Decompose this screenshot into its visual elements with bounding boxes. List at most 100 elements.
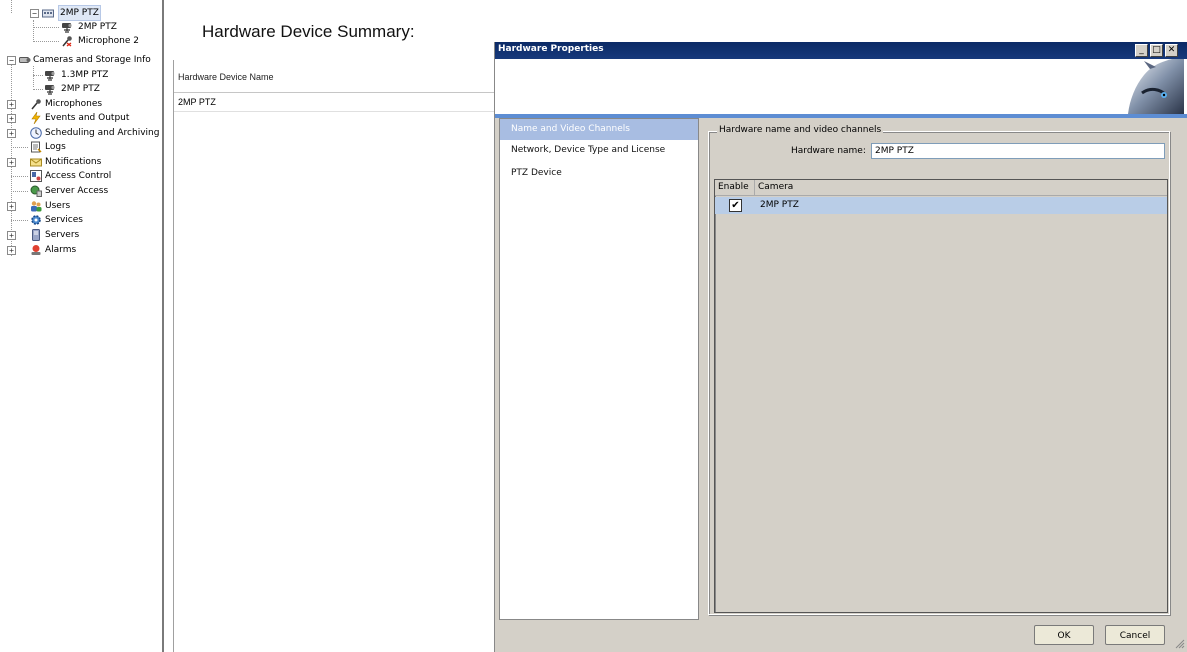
alarm-icon — [31, 245, 41, 255]
expand-icon[interactable]: + — [7, 100, 16, 109]
tree-node-services[interactable]: Services — [0, 213, 160, 227]
microphone-icon — [31, 99, 41, 110]
expand-icon[interactable]: + — [7, 246, 16, 255]
hardware-name-input[interactable] — [871, 143, 1165, 159]
nav-item-name-video-channels[interactable]: Name and Video Channels — [500, 119, 698, 140]
tree-node-label: Access Control — [45, 171, 112, 181]
tree-guide — [33, 89, 43, 90]
logs-icon — [31, 141, 42, 153]
camera-list-header: Enable Camera — [715, 180, 1167, 196]
ptz-camera-icon — [62, 23, 72, 33]
tree-node-camera-2mp-ptz[interactable]: 2MP PTZ — [0, 82, 160, 96]
tree-node-camera-2mp-ptz[interactable]: 2MP PTZ — [0, 20, 160, 34]
hardware-device-icon — [42, 9, 54, 18]
enable-checkbox[interactable]: ✔ — [729, 199, 742, 212]
expand-icon[interactable]: + — [7, 231, 16, 240]
column-header-camera[interactable]: Camera — [755, 180, 1158, 195]
hardware-name-label: Hardware name: — [791, 146, 866, 156]
clock-icon — [30, 127, 42, 139]
page-title: Hardware Device Summary: — [202, 22, 415, 41]
expand-icon[interactable]: + — [7, 158, 16, 167]
tree-node-servers[interactable]: + Servers — [0, 228, 160, 242]
tree-node-events-output[interactable]: + Events and Output — [0, 111, 160, 125]
hardware-properties-dialog: Hardware Properties _ □ ✕ Name and Video… — [494, 42, 1187, 652]
pane-gap — [164, 0, 173, 652]
tree-node-label: Notifications — [45, 157, 102, 167]
minimize-button[interactable]: _ — [1135, 44, 1148, 57]
tree-node-label: Cameras and Storage Info — [33, 55, 151, 65]
microphone-icon — [62, 36, 72, 47]
tree-node-label: Servers — [45, 230, 80, 240]
column-header-hardware-device-name[interactable]: Hardware Device Name — [174, 60, 504, 93]
divider — [173, 60, 174, 652]
tree-node-label: Logs — [45, 142, 66, 152]
tree-node-label: 2MP PTZ — [78, 22, 117, 32]
tree-node-label: Events and Output — [45, 113, 130, 123]
users-icon — [31, 201, 42, 212]
tree-guide — [11, 147, 28, 148]
tree-node-camera-1-3mp-ptz[interactable]: 1.3MP PTZ — [0, 68, 160, 82]
dialog-titlebar[interactable]: Hardware Properties _ □ ✕ — [495, 42, 1187, 59]
tree-node-scheduling-archiving[interactable]: + Scheduling and Archiving — [0, 126, 162, 140]
tree-node-label: Users — [45, 201, 71, 211]
tree-node-hardware-2mp-ptz[interactable]: − 2MP PTZ — [0, 5, 160, 21]
cancel-button[interactable]: Cancel — [1105, 625, 1165, 645]
tree-node-microphone-2[interactable]: Microphone 2 — [0, 34, 160, 48]
envelope-icon — [30, 158, 42, 167]
tree-node-label: Scheduling and Archiving — [45, 128, 160, 138]
column-header-enable[interactable]: Enable — [715, 180, 755, 195]
ptz-camera-icon — [45, 85, 55, 95]
properties-nav: Name and Video Channels Network, Device … — [499, 118, 699, 620]
tree-node-label: 2MP PTZ — [61, 84, 100, 94]
tree-node-cameras-storage[interactable]: − Cameras and Storage Info — [0, 53, 162, 67]
tree-node-label: Microphones — [45, 99, 103, 109]
collapse-icon[interactable]: − — [30, 9, 39, 18]
gear-icon — [31, 215, 41, 225]
tree-node-access-control[interactable]: Access Control — [0, 169, 160, 183]
tree-node-server-access[interactable]: Server Access — [0, 184, 160, 198]
tree-node-label: Microphone 2 — [78, 36, 139, 46]
server-icon — [32, 229, 40, 241]
expand-icon[interactable]: + — [7, 202, 16, 211]
table-row[interactable]: 2MP PTZ — [174, 93, 504, 112]
tree-node-logs[interactable]: Logs — [0, 140, 160, 154]
tree-guide — [11, 220, 28, 221]
nav-item-network-device-license[interactable]: Network, Device Type and License — [500, 140, 698, 161]
tree-node-alarms[interactable]: + Alarms — [0, 243, 160, 257]
wolf-logo-icon — [1120, 59, 1184, 114]
camera-list: Enable Camera ✔ 2MP PTZ — [714, 179, 1168, 613]
ok-button[interactable]: OK — [1034, 625, 1094, 645]
tree-node-users[interactable]: + Users — [0, 199, 160, 213]
collapse-icon[interactable]: − — [7, 56, 16, 65]
tree-node-label: 2MP PTZ — [58, 5, 101, 21]
camera-row[interactable]: ✔ 2MP PTZ — [715, 197, 1167, 214]
tree-node-microphones[interactable]: + Microphones — [0, 97, 160, 111]
expand-icon[interactable]: + — [7, 129, 16, 138]
tree-node-notifications[interactable]: + Notifications — [0, 155, 160, 169]
expand-icon[interactable]: + — [7, 114, 16, 123]
camera-name: 2MP PTZ — [760, 200, 799, 210]
tree-guide — [11, 176, 28, 177]
dialog-banner — [495, 59, 1187, 114]
camera-storage-icon — [19, 57, 31, 63]
tree-guide — [33, 27, 59, 28]
close-button[interactable]: ✕ — [1165, 44, 1178, 57]
ptz-camera-icon — [45, 71, 55, 81]
device-table: Hardware Device Name 2MP PTZ — [174, 60, 504, 112]
tree-node-label: Services — [45, 215, 83, 225]
tree-guide — [33, 75, 43, 76]
tree-node-label: Alarms — [45, 245, 77, 255]
server-access-icon — [30, 185, 42, 197]
tree-guide — [11, 191, 28, 192]
maximize-button[interactable]: □ — [1150, 44, 1163, 57]
tree-node-label: 1.3MP PTZ — [61, 70, 109, 80]
access-control-icon — [30, 170, 42, 182]
groupbox-title: Hardware name and video channels — [717, 125, 884, 135]
events-icon — [31, 112, 41, 124]
tree-node-label: Server Access — [45, 186, 109, 196]
navigation-tree: − 2MP PTZ 2MP PTZ Microphone 2 − Cameras… — [0, 0, 162, 652]
tree-guide — [33, 41, 59, 42]
resize-grip-icon[interactable] — [1175, 639, 1185, 649]
nav-item-ptz-device[interactable]: PTZ Device — [500, 163, 698, 184]
dialog-title: Hardware Properties — [498, 44, 604, 54]
